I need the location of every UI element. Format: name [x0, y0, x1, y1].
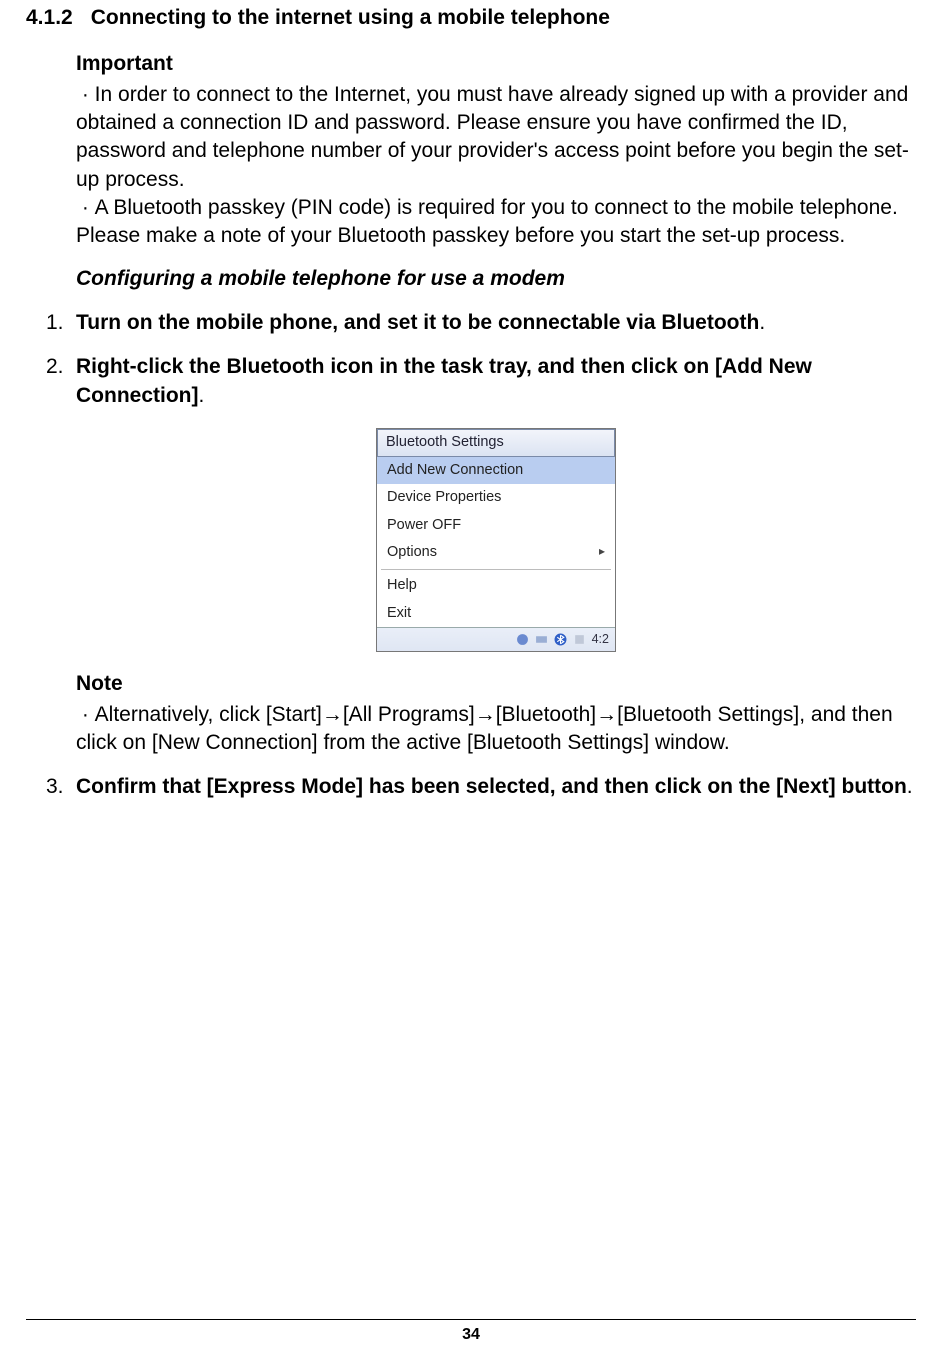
step-2-bold: Right-click the Bluetooth icon in the ta…: [76, 355, 812, 406]
context-menu: Bluetooth Settings Add New Connection De…: [376, 428, 616, 652]
step-2-tail: .: [198, 384, 204, 407]
system-tray: 4:2: [377, 627, 615, 651]
section-heading: 4.1.2 Connecting to the internet using a …: [26, 4, 916, 32]
important-bullet-1: · In order to connect to the Internet, y…: [76, 81, 916, 194]
steps-list: 1. Turn on the mobile phone, and set it …: [46, 309, 916, 802]
menu-item-exit[interactable]: Exit: [377, 600, 615, 628]
step-2-number: 2.: [46, 353, 64, 381]
menu-item-options[interactable]: Options: [377, 539, 615, 567]
note-bullet: · Alternatively, click [Start]→[All Prog…: [76, 701, 916, 758]
step-3-bold: Confirm that [Express Mode] has been sel…: [76, 775, 907, 798]
context-menu-screenshot: Bluetooth Settings Add New Connection De…: [76, 428, 916, 654]
important-text-1: In order to connect to the Internet, you…: [76, 83, 909, 191]
step-1-tail: .: [759, 311, 765, 334]
menu-item-device-properties[interactable]: Device Properties: [377, 484, 615, 512]
footer-rule: [26, 1319, 916, 1320]
configuring-heading: Configuring a mobile telephone for use a…: [76, 265, 916, 293]
section-number: 4.1.2: [26, 6, 73, 29]
page-number: 34: [26, 1324, 916, 1346]
important-label: Important: [76, 50, 916, 78]
step-1-number: 1.: [46, 309, 64, 337]
important-bullet-2: · A Bluetooth passkey (PIN code) is requ…: [76, 194, 916, 251]
context-menu-header[interactable]: Bluetooth Settings: [377, 429, 615, 457]
important-block: Important · In order to connect to the I…: [76, 50, 916, 250]
note-label: Note: [76, 670, 916, 698]
bluetooth-tray-icon[interactable]: [554, 633, 567, 646]
step-3-tail: .: [907, 775, 913, 798]
important-text-2: A Bluetooth passkey (PIN code) is requir…: [76, 196, 898, 247]
tray-clock: 4:2: [592, 631, 609, 648]
menu-separator: [381, 569, 611, 570]
note-block: Note · Alternatively, click [Start]→[All…: [76, 670, 916, 757]
step-3-number: 3.: [46, 773, 64, 801]
section-title: Connecting to the internet using a mobil…: [91, 6, 610, 29]
tray-icon-1: [516, 633, 529, 646]
menu-item-add-new-connection[interactable]: Add New Connection: [377, 457, 615, 485]
tray-icon-4: [573, 633, 586, 646]
step-1: 1. Turn on the mobile phone, and set it …: [46, 309, 916, 337]
step-1-bold: Turn on the mobile phone, and set it to …: [76, 311, 759, 334]
tray-icon-2: [535, 633, 548, 646]
page-footer: 34: [26, 1319, 916, 1346]
step-3: 3. Confirm that [Express Mode] has been …: [46, 773, 916, 801]
menu-item-help[interactable]: Help: [377, 572, 615, 600]
menu-item-power-off[interactable]: Power OFF: [377, 512, 615, 540]
note-text: Alternatively, click [Start]→[All Progra…: [76, 703, 893, 754]
step-2: 2. Right-click the Bluetooth icon in the…: [46, 353, 916, 757]
